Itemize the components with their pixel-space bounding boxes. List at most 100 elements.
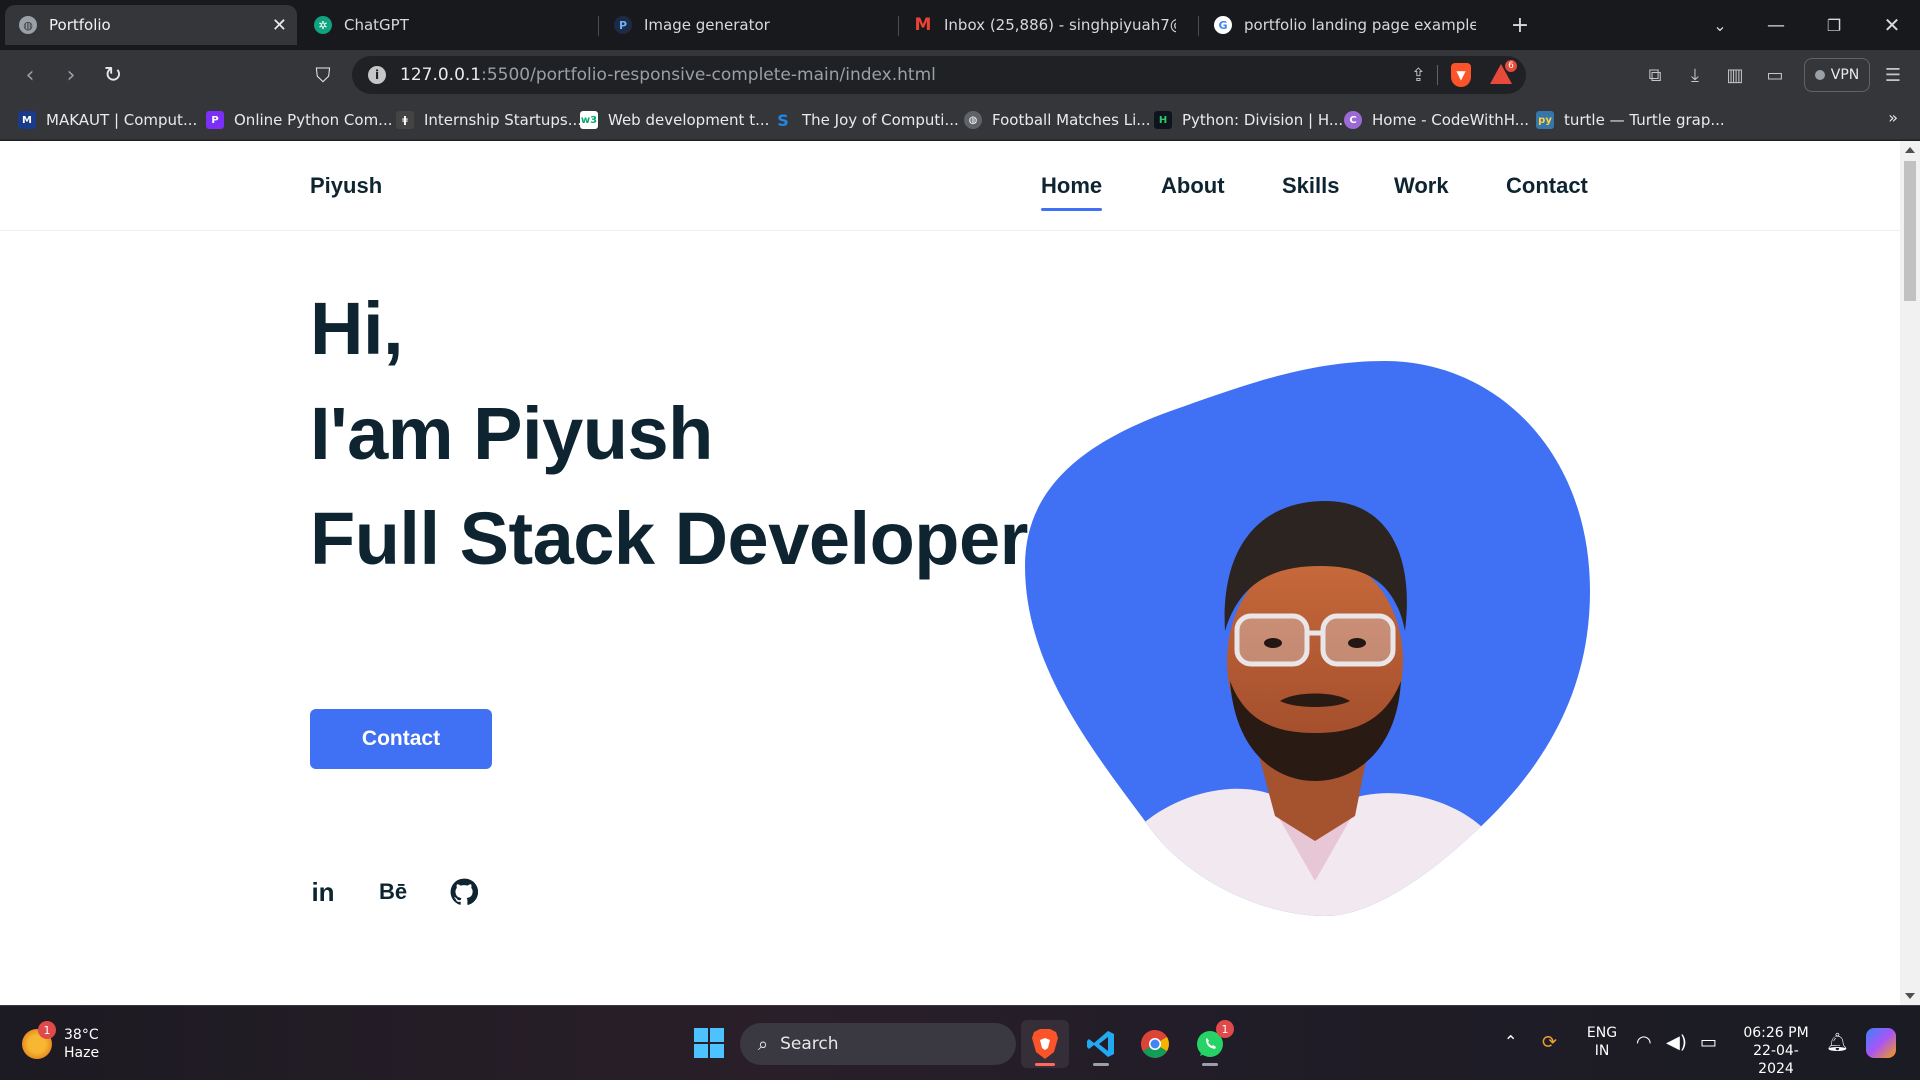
nav-about[interactable]: About [1161,173,1225,199]
contact-button[interactable]: Contact [310,709,492,769]
scroll-thumb[interactable] [1904,161,1916,301]
more-bookmarks-icon[interactable]: » [1888,108,1898,127]
minimize-icon[interactable]: — [1756,8,1796,42]
tab-title: Inbox (25,886) - singhpiyuah7@gmai [944,16,1176,34]
bookmark-label: Football Matches Li... [992,111,1151,129]
language-indicator[interactable]: ENG IN [1582,1024,1622,1060]
github-icon[interactable] [447,875,481,909]
makaut-icon: M [18,111,36,129]
bookmark-item[interactable]: H Python: Division | H... [1154,108,1343,132]
search-label: Search [780,1034,839,1054]
bookmark-item[interactable]: ◍ Football Matches Li... [964,108,1151,132]
google-icon: G [1214,16,1232,34]
bookmark-item[interactable]: P Online Python Com... [206,108,392,132]
weather-widget[interactable]: 1 38°C Haze [22,1021,100,1062]
active-indicator [1035,1063,1055,1066]
bookmark-label: Web development t... [608,111,770,129]
share-icon[interactable]: ⇪ [1411,65,1426,86]
tab-search-chevron-icon[interactable]: ⌄ [1702,8,1738,42]
whatsapp-taskbar-icon[interactable]: 1 [1186,1020,1234,1068]
behance-icon[interactable]: Bē [376,875,410,909]
new-tab-button[interactable]: + [1502,8,1538,42]
tab-chatgpt[interactable]: ✲ ChatGPT [300,5,590,45]
wifi-icon[interactable]: ◠ [1636,1032,1652,1053]
volume-icon[interactable]: ◀) [1666,1032,1687,1053]
hero-name: I'am Piyush [310,392,713,475]
chrome-taskbar-icon[interactable] [1131,1020,1179,1068]
nav-skills[interactable]: Skills [1282,173,1339,199]
tab-title: ChatGPT [344,16,409,34]
hero-greeting: Hi, [310,287,404,370]
sidebar-icon[interactable]: ▥ [1722,62,1748,88]
tab-google-search[interactable]: G portfolio landing page examples - Go [1200,5,1490,45]
wallet-icon[interactable]: ▭ [1762,62,1788,88]
bookmark-label: Online Python Com... [234,111,393,129]
site-info-icon[interactable]: i [368,66,386,84]
nav-contact[interactable]: Contact [1506,173,1588,199]
back-arrow-icon[interactable]: ‹ [15,60,45,90]
globe-icon: ◍ [964,111,982,129]
brave-lion-icon [1032,1029,1058,1059]
internshala-icon: ǂ [396,111,414,129]
weather-temp: 38°C [64,1027,99,1043]
weather-desc: Haze [64,1045,100,1061]
url-text[interactable]: 127.0.0.1:5500/portfolio-responsive-comp… [400,65,936,85]
notification-bell-icon[interactable]: 🔔︎ [1826,1032,1849,1053]
nav-work[interactable]: Work [1394,173,1449,199]
brave-taskbar-icon[interactable] [1021,1020,1069,1068]
vpn-button[interactable]: VPN [1804,58,1870,92]
vpn-status-icon [1814,70,1825,80]
vscode-taskbar-icon[interactable] [1077,1020,1125,1068]
language-line2: IN [1594,1043,1610,1059]
vpn-label: VPN [1830,67,1860,83]
bookmark-item[interactable]: ǂ Internship Startups... [396,108,582,132]
tab-portfolio[interactable]: ◍ Portfolio ✕ [5,5,297,45]
taskbar-search[interactable]: ⌕ Search [740,1023,1016,1065]
bookmark-item[interactable]: C Home - CodeWithH... [1344,108,1529,132]
clock[interactable]: 06:26 PM 22-04-2024 [1736,1024,1816,1078]
window-close-icon[interactable]: ✕ [1872,8,1912,42]
restore-icon[interactable]: ❐ [1814,8,1854,42]
gmail-icon: M [914,15,932,35]
tab-gmail-inbox[interactable]: M Inbox (25,886) - singhpiyuah7@gmai [900,5,1190,45]
page-scrollbar[interactable] [1900,141,1920,1005]
address-bar[interactable]: i 127.0.0.1:5500/portfolio-responsive-co… [352,56,1526,94]
windows-start-icon[interactable] [694,1028,724,1058]
bookmark-item[interactable]: py turtle — Turtle grap... [1536,108,1725,132]
bookmark-item[interactable]: S The Joy of Computi... [774,108,959,132]
downloads-icon[interactable]: ⤓ [1682,62,1708,88]
windows-taskbar: 1 38°C Haze ⌕ Search 1 ⌃ ⟳ ENG IN ◠ ◀) ▭… [0,1005,1920,1080]
bookmark-item[interactable]: w3 Web development t... [580,108,769,132]
close-tab-icon[interactable]: ✕ [272,15,287,36]
battery-icon[interactable]: ▭ [1700,1032,1717,1053]
python-docs-icon: py [1536,111,1554,129]
tab-title: portfolio landing page examples - Go [1244,16,1476,34]
sync-icon[interactable]: ⟳ [1542,1032,1557,1053]
site-header: Piyush Home About Skills Work Contact [0,141,1900,231]
site-logo[interactable]: Piyush [310,173,382,199]
scroll-down-icon[interactable] [1905,993,1915,999]
tab-image-generator[interactable]: P Image generator [600,5,890,45]
bookmark-icon[interactable]: ⛉ [308,60,338,90]
copilot-icon[interactable] [1866,1028,1896,1058]
bookmark-item[interactable]: M MAKAUT | Comput... [18,108,197,132]
profile-photo [1025,361,1590,916]
brave-shields-icon[interactable]: ▼ [1451,63,1471,87]
bookmark-label: Home - CodeWithH... [1372,111,1530,129]
hackerrank-icon: H [1154,111,1172,129]
bookmarks-bar: M MAKAUT | Comput... P Online Python Com..… [0,100,1920,140]
clock-time: 06:26 PM [1743,1025,1809,1041]
rewards-badge: 6 [1504,59,1518,73]
menu-icon[interactable]: ☰ [1880,62,1906,88]
show-hidden-icons-chevron-icon[interactable]: ⌃ [1504,1032,1517,1051]
reload-icon[interactable]: ↻ [98,60,128,90]
extensions-icon[interactable]: ⧉ [1642,62,1668,88]
scroll-up-icon[interactable] [1905,147,1915,153]
bookmark-label: The Joy of Computi... [802,111,959,129]
forward-arrow-icon[interactable]: › [56,60,86,90]
tab-separator [598,16,599,36]
chatgpt-icon: ✲ [314,16,332,34]
nav-home[interactable]: Home [1041,173,1103,211]
linkedin-icon[interactable]: in [306,875,340,909]
tab-title: Image generator [644,16,770,34]
